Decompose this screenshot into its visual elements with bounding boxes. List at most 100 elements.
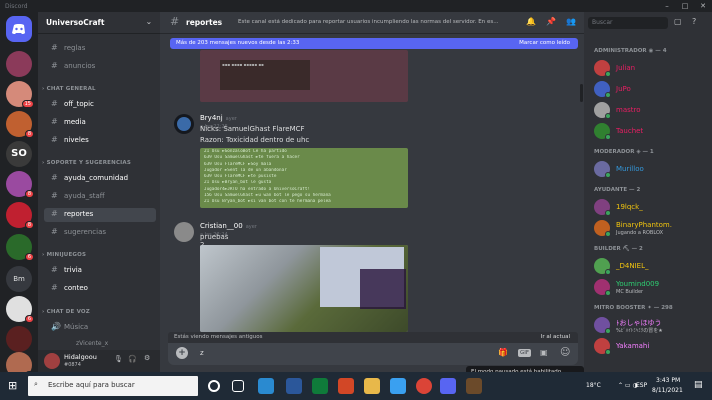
sticker-icon[interactable]: ▣ (540, 348, 548, 357)
status-online-icon (605, 71, 611, 77)
avatar[interactable] (44, 353, 60, 369)
add-attachment-icon[interactable]: + (176, 347, 188, 359)
member-item[interactable]: mastro (592, 100, 708, 120)
excel-icon[interactable] (312, 378, 328, 394)
channel-ayuda-staff[interactable]: # ayuda_staff (44, 190, 156, 204)
jump-to-present-button[interactable]: Ir al actual (541, 334, 570, 340)
microphone-icon[interactable]: 🎙 (114, 355, 123, 363)
member-category: ADMINISTRADOR ◉ — 4 (594, 48, 667, 54)
member-item[interactable]: Yakamahi (592, 336, 708, 356)
category-minijuegos[interactable]: › MINIJUEGOS (42, 252, 86, 258)
server-rail: 15 8 SO 8 8 6 Bm 6 8 (0, 12, 38, 379)
channel-trivia[interactable]: # trivia (44, 264, 156, 278)
task-view-icon[interactable] (232, 380, 244, 392)
mail-icon[interactable] (390, 378, 406, 394)
game-screenshot-attachment[interactable] (200, 245, 408, 332)
status-online-icon (605, 328, 611, 334)
server-icon[interactable] (6, 326, 32, 352)
gear-icon[interactable]: ⚙ (144, 354, 150, 362)
clock-date[interactable]: 8/11/2021 (652, 387, 683, 394)
member-item[interactable]: Tauchet (592, 121, 708, 141)
chrome-icon[interactable] (416, 378, 432, 394)
home-discord-icon[interactable] (6, 16, 32, 42)
voice-channel-musica[interactable]: 🔊 Música (44, 321, 156, 335)
member-name: Youmind009 (616, 280, 660, 288)
server-icon[interactable]: 8 (6, 111, 34, 138)
server-icon[interactable]: 8 (6, 202, 34, 229)
server-icon[interactable]: Bm (6, 266, 32, 292)
cortana-icon[interactable] (208, 380, 220, 392)
inbox-icon[interactable]: ▢ (674, 17, 682, 26)
message-text: Razon: Toxicidad dentro de uhc (200, 136, 310, 144)
member-item[interactable]: 19lqck_ (592, 197, 708, 217)
message-author[interactable]: Bry4nj (200, 114, 223, 122)
server-icon[interactable] (6, 51, 32, 77)
category-soporte[interactable]: › SOPORTE Y SUGERENCIAS (42, 160, 131, 166)
member-activity: %ﾋﾞﾊｲﾄﾐﾍﾐｸの冒を★ (616, 328, 663, 334)
minimize-button[interactable]: – (658, 0, 676, 12)
channel-reglas[interactable]: # reglas (44, 42, 156, 56)
edge-icon[interactable] (258, 378, 274, 394)
member-item[interactable]: ﾄおしゃほゆう %ﾋﾞﾊｲﾄﾐﾍﾐｸの冒を★ (592, 315, 708, 335)
member-name: Murilloo (616, 165, 644, 173)
server-icon[interactable]: 6 (6, 296, 34, 323)
headphones-icon[interactable]: 🎧 (128, 355, 137, 363)
taskbar-search[interactable]: ⌕ Escribe aquí para buscar (28, 376, 198, 396)
mark-as-read-button[interactable]: Marcar como leído (519, 40, 570, 46)
channel-reportes[interactable]: # reportes (44, 208, 156, 222)
member-category: MODERADOR ◈ — 1 (594, 149, 654, 155)
channel-media[interactable]: # media (44, 116, 156, 130)
gif-button[interactable]: GIF (518, 349, 532, 357)
scrollbar[interactable] (580, 84, 583, 102)
file-explorer-icon[interactable] (364, 378, 380, 394)
member-item[interactable]: Julian (592, 58, 708, 78)
close-button[interactable]: ✕ (694, 0, 712, 12)
tray-icons[interactable]: ⌃ ▭ ◑ (618, 382, 638, 389)
minecraft-icon[interactable] (466, 378, 482, 394)
chat-log-attachment[interactable]: 21 Usu ►GonzaloBot Le ha partido 639 Usu … (200, 148, 408, 208)
avatar[interactable] (174, 222, 194, 242)
windows-start-icon[interactable]: ⊞ (8, 379, 17, 392)
channel-sugerencias[interactable]: # sugerencias (44, 226, 156, 240)
channel-off-topic[interactable]: # off_topic (44, 98, 156, 112)
screenshot-attachment[interactable]: ▪▪▪ ▪▪▪▪ ▪▪▪▪▪ ▪▪ (200, 50, 408, 102)
powerpoint-icon[interactable] (338, 378, 354, 394)
channel-ayuda-comunidad[interactable]: # ayuda_comunidad (44, 172, 156, 186)
discord-taskbar-icon[interactable] (440, 378, 456, 394)
clock-time[interactable]: 3:43 PM (656, 377, 680, 384)
word-icon[interactable] (286, 378, 302, 394)
members-icon[interactable]: 👥 (566, 17, 576, 26)
member-item[interactable]: Murilloo (592, 159, 708, 179)
help-icon[interactable]: ? (692, 17, 696, 26)
server-icon[interactable]: 15 (6, 81, 34, 108)
server-header[interactable]: UniversoCraft ⌄ (38, 12, 160, 34)
member-item[interactable]: _D4NIEL_ (592, 256, 708, 276)
server-icon[interactable]: SO (6, 141, 32, 167)
member-name: mastro (616, 106, 641, 114)
member-item[interactable]: JuPo (592, 79, 708, 99)
bell-icon[interactable]: 🔔 (526, 17, 536, 26)
new-messages-banner[interactable]: Más de 203 mensajes nuevos desde las 2:3… (170, 38, 578, 49)
avatar[interactable] (174, 114, 194, 134)
language-indicator[interactable]: ESP (636, 382, 647, 389)
category-chat-de-voz[interactable]: › CHAT DE VOZ (42, 309, 90, 315)
pin-icon[interactable]: 📌 (546, 17, 556, 26)
channel-conteo[interactable]: # conteo (44, 282, 156, 296)
server-icon[interactable]: 6 (6, 234, 34, 261)
server-icon[interactable]: 8 (6, 171, 34, 198)
status-online-icon (605, 269, 611, 275)
gift-icon[interactable]: 🎁 (498, 348, 508, 357)
category-chat-general[interactable]: › CHAT GENERAL (42, 86, 96, 92)
channel-topic[interactable]: Este canal está dedicado para reportar u… (238, 19, 508, 25)
search-input[interactable]: Buscar (588, 17, 668, 29)
message-input[interactable]: z (200, 349, 204, 357)
channel-niveles[interactable]: # niveles (44, 134, 156, 148)
member-item[interactable]: Youmind009 MC Builder (592, 277, 708, 297)
emoji-icon[interactable]: ☺ (560, 347, 570, 358)
notifications-icon[interactable]: ▤ (694, 380, 703, 390)
channel-anuncios[interactable]: # anuncios (44, 60, 156, 74)
weather-temp[interactable]: 18°C (586, 382, 601, 389)
member-item[interactable]: BinaryPhantom. Jugando a ROBLOX (592, 218, 708, 238)
maximize-button[interactable]: □ (676, 0, 694, 12)
message-author[interactable]: Cristian__00 (200, 222, 243, 230)
